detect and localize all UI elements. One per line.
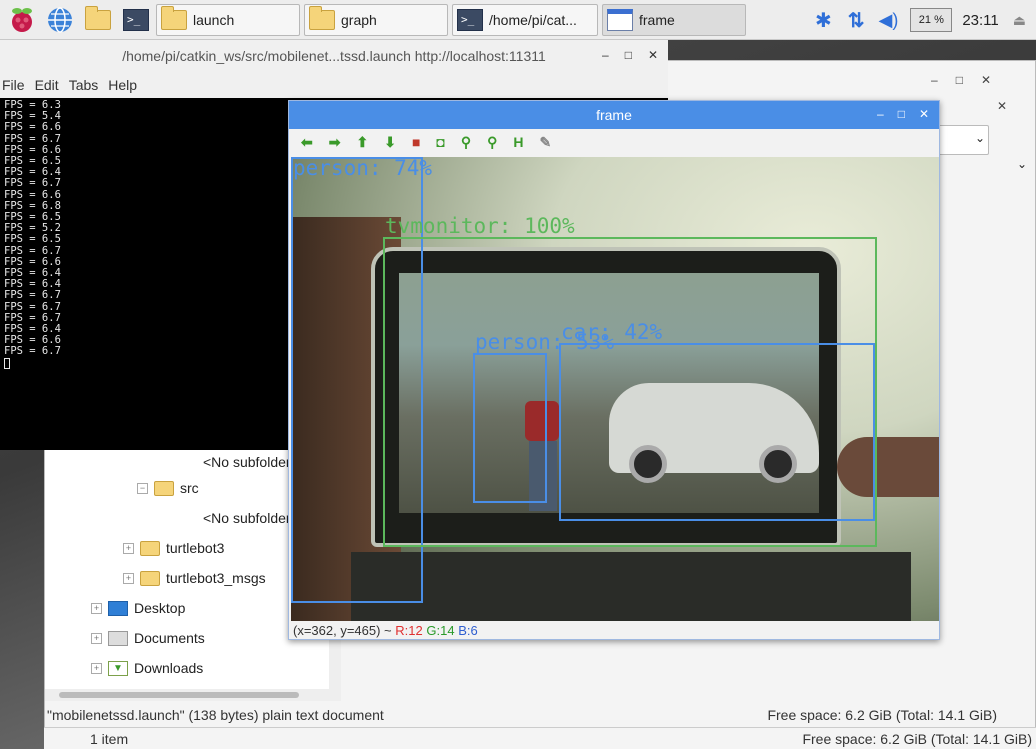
cpu-usage-monitor[interactable]: 21 % (910, 8, 953, 32)
maximize-icon[interactable]: □ (625, 48, 632, 62)
tree-item-src[interactable]: − src (137, 475, 199, 501)
menu-file[interactable]: File (2, 77, 25, 93)
close-icon[interactable]: ✕ (919, 107, 929, 121)
downloads-folder-icon: ▼ (108, 660, 128, 676)
chevron-down-icon[interactable]: ⌄ (1017, 157, 1027, 171)
expand-icon[interactable]: + (91, 602, 102, 614)
tree-item-downloads[interactable]: + ▼ Downloads (91, 655, 203, 681)
zoom-fit-icon[interactable]: ■ (412, 134, 420, 150)
chevron-down-icon[interactable]: ⌄ (975, 131, 985, 145)
volume-icon[interactable]: ◀) (878, 10, 898, 31)
pixel-info-readout: (x=362, y=465) ~ R:12 G:14 B:6 (293, 623, 478, 638)
tree-item-turtlebot3-msgs[interactable]: + turtlebot3_msgs (123, 565, 266, 591)
window-controls: – □ ✕ (602, 48, 658, 62)
detection-label-car: car: 42% (561, 320, 663, 344)
file-manager-status-bar: "mobilenetssd.launch" (138 bytes) plain … (45, 703, 1005, 727)
zoom-out-icon[interactable]: ⚲ (487, 134, 497, 151)
folder-icon (85, 5, 111, 30)
minimize-icon[interactable]: – (931, 73, 938, 87)
terminal-icon: >_ (457, 8, 483, 31)
tree-item-documents[interactable]: + Documents (91, 625, 205, 651)
properties-icon[interactable]: ✎ (540, 134, 552, 151)
detection-box-person-2 (473, 353, 547, 503)
minimize-icon[interactable]: – (602, 48, 609, 62)
task-terminal[interactable]: >_ /home/pi/cat... (452, 3, 598, 36)
zoom-in-icon[interactable]: ⚲ (461, 134, 471, 151)
scrollbar-thumb[interactable] (59, 692, 299, 698)
video-keyboard (351, 552, 911, 621)
menu-help[interactable]: Help (108, 77, 137, 93)
folder-icon (140, 570, 160, 586)
minimize-icon[interactable]: – (877, 107, 884, 121)
second-file-manager-status-bar: 1 item Free space: 6.2 GiB (Total: 14.1 … (44, 727, 1036, 749)
detection-label-person-1: person: 74% (293, 157, 433, 180)
tree-item-desktop[interactable]: + Desktop (91, 595, 185, 621)
collapse-icon[interactable]: − (137, 482, 148, 494)
terminal-menu-bar: File Edit Tabs Help (0, 72, 668, 98)
taskbar: >_ launch graph >_ /home/pi/cat... frame… (0, 0, 1036, 40)
window-controls: – □ ✕ (931, 73, 991, 87)
pan-down-icon[interactable]: ⬇ (384, 134, 396, 151)
frame-title-bar[interactable]: frame – □ ✕ (289, 101, 939, 129)
close-icon[interactable]: ✕ (648, 48, 658, 62)
menu-tabs[interactable]: Tabs (69, 77, 99, 93)
window-controls: – □ ✕ (877, 107, 929, 121)
item-count: 1 item (90, 730, 129, 747)
pan-left-icon[interactable]: ⬅ (301, 134, 313, 151)
desktop-folder-icon (108, 600, 128, 616)
raspberry-menu-icon[interactable] (6, 4, 38, 36)
window-icon (607, 8, 633, 31)
zoom-actual-icon[interactable]: ◘ (436, 134, 444, 150)
free-space-info: Free space: 6.2 GiB (Total: 14.1 GiB) (802, 730, 1032, 747)
terminal-title-bar[interactable]: /home/pi/catkin_ws/src/mobilenet...tssd.… (0, 40, 668, 72)
free-space-info: Free space: 6.2 GiB (Total: 14.1 GiB) (767, 707, 997, 723)
frame-title: frame (596, 107, 632, 123)
pan-up-icon[interactable]: ⬆ (356, 134, 368, 151)
terminal-cursor (4, 357, 10, 369)
pan-right-icon[interactable]: ➡ (329, 134, 341, 151)
selected-file-info: "mobilenetssd.launch" (138 bytes) plain … (47, 707, 384, 723)
terminal-launcher-icon[interactable]: >_ (120, 4, 152, 36)
expand-icon[interactable]: + (91, 632, 102, 644)
network-icon[interactable]: ⇅ (848, 8, 865, 33)
frame-toolbar: ⬅ ➡ ⬆ ⬇ ■ ◘ ⚲ ⚲ H ✎ (289, 129, 939, 155)
task-frame[interactable]: frame (602, 3, 746, 36)
tree-horizontal-scrollbar[interactable] (45, 689, 341, 701)
eject-icon[interactable]: ⏏ (1013, 12, 1026, 29)
system-tray: ✱ ⇅ ◀) 21 % 23:11 ⏏ (807, 0, 1036, 40)
file-manager-launcher-icon[interactable] (82, 4, 114, 36)
task-launch[interactable]: launch (156, 3, 300, 36)
folder-icon (309, 5, 335, 30)
tree-item-turtlebot3[interactable]: + turtlebot3 (123, 535, 224, 561)
close-icon[interactable]: ✕ (981, 73, 991, 87)
folder-icon (140, 540, 160, 556)
save-icon[interactable]: H (513, 134, 523, 150)
detection-box-car (559, 343, 875, 521)
menu-edit[interactable]: Edit (35, 77, 59, 93)
folder-icon (161, 5, 187, 30)
frame-window[interactable]: frame – □ ✕ ⬅ ➡ ⬆ ⬇ ■ ◘ ⚲ ⚲ H ✎ person: … (288, 100, 940, 640)
expand-icon[interactable]: + (123, 572, 134, 584)
documents-folder-icon (108, 630, 128, 646)
expand-icon[interactable]: + (123, 542, 134, 554)
maximize-icon[interactable]: □ (898, 107, 905, 121)
expand-icon[interactable]: + (91, 662, 102, 674)
folder-icon (154, 480, 174, 496)
detection-label-tvmonitor: tvmonitor: 100% (385, 214, 575, 238)
web-browser-icon[interactable] (44, 4, 76, 36)
camera-video-frame[interactable]: person: 74% tvmonitor: 100% person: 53% … (291, 157, 939, 621)
clock[interactable]: 23:11 (962, 12, 998, 29)
bluetooth-icon[interactable]: ✱ (815, 8, 832, 33)
close-icon[interactable]: ✕ (997, 99, 1007, 113)
maximize-icon[interactable]: □ (956, 73, 963, 87)
task-graph[interactable]: graph (304, 3, 448, 36)
terminal-title: /home/pi/catkin_ws/src/mobilenet...tssd.… (122, 48, 546, 64)
terminal-icon: >_ (123, 8, 149, 31)
